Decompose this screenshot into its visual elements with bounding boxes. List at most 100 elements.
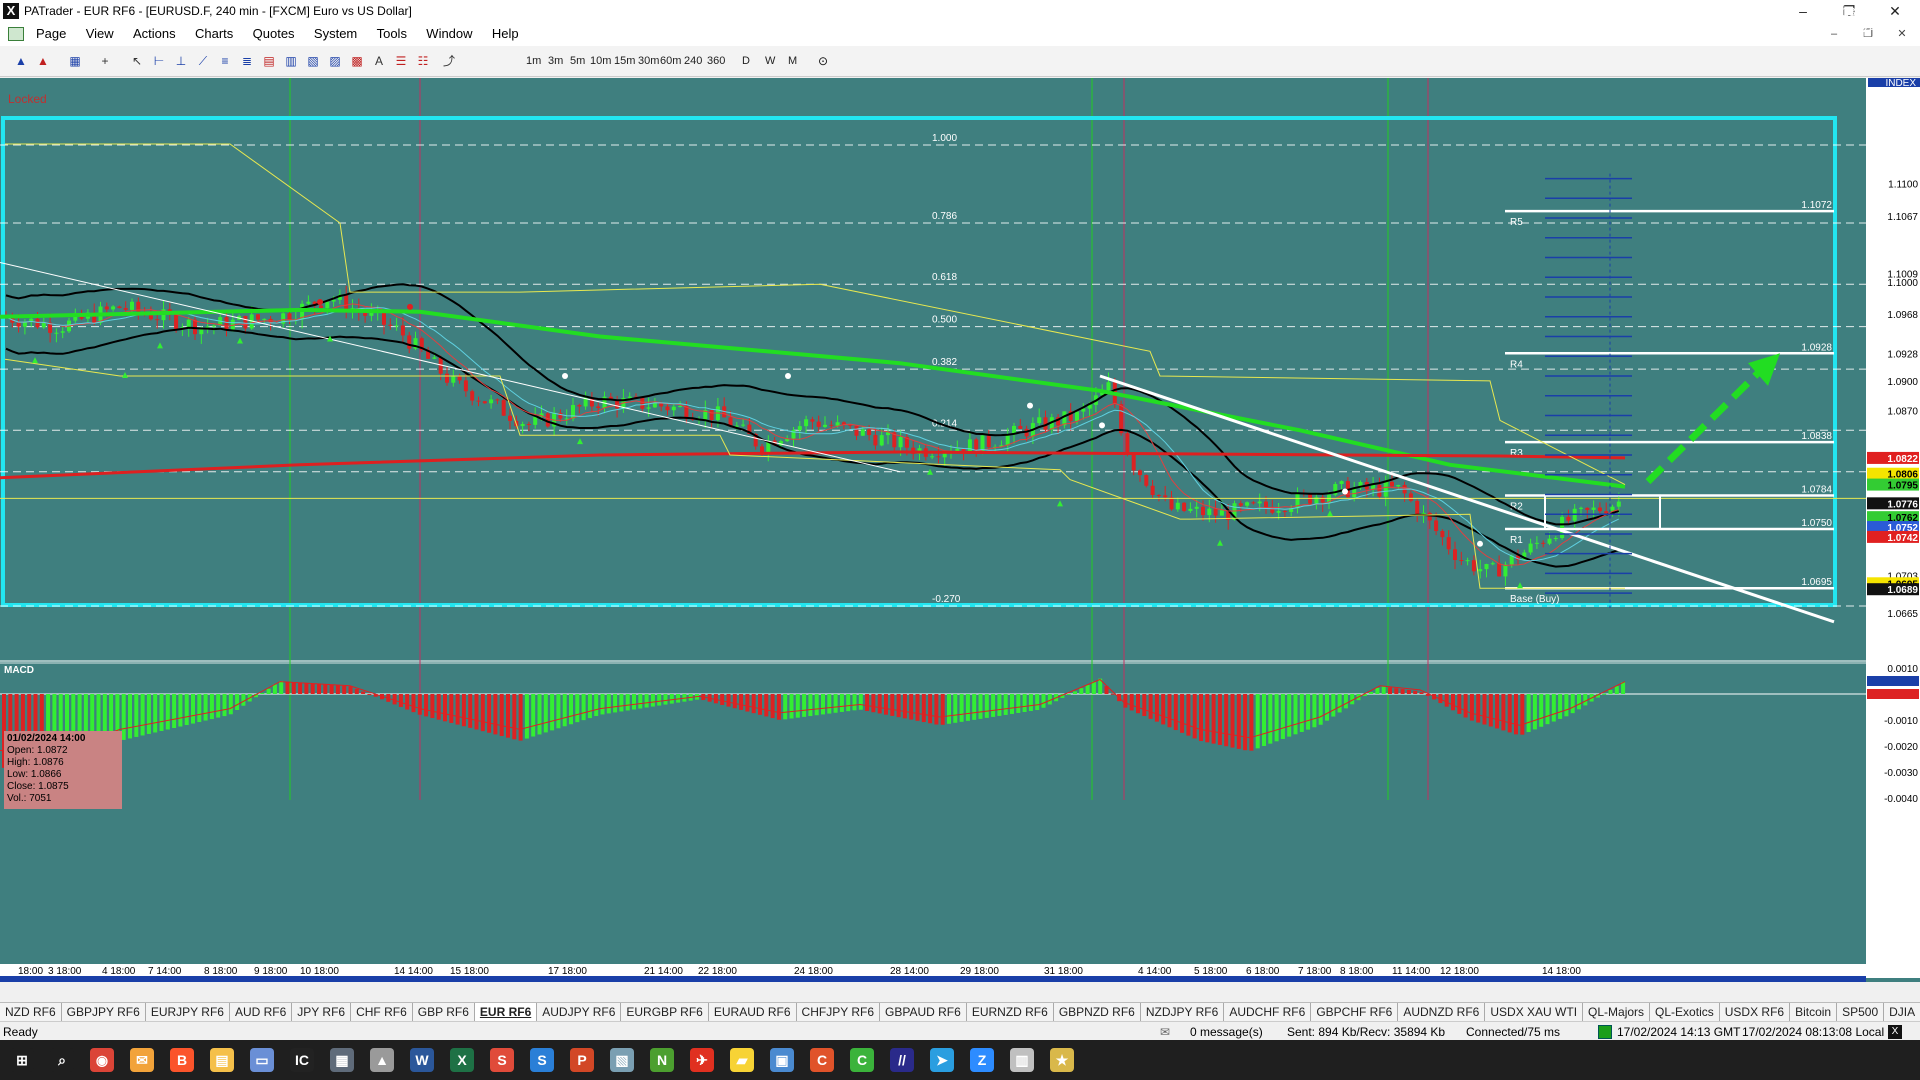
horizontal-line-icon[interactable]: ⊢ (150, 52, 168, 70)
indicator-icon[interactable]: ⤴ (440, 52, 458, 70)
symbol-tab[interactable]: GBPCHF RF6 (1311, 1003, 1399, 1021)
notepad-icon[interactable]: ▭ (250, 1048, 274, 1072)
pitchfork-icon[interactable]: ☰ (392, 52, 410, 70)
symbol-tab[interactable]: Bitcoin (1790, 1003, 1838, 1021)
symbol-tab[interactable]: EURNZD RF6 (967, 1003, 1054, 1021)
symbol-tab[interactable]: AUD RF6 (230, 1003, 293, 1021)
menu-actions[interactable]: Actions (125, 22, 184, 46)
symbol-tab[interactable]: EURJPY RF6 (146, 1003, 230, 1021)
symbol-tab[interactable]: QL-Majors (1583, 1003, 1651, 1021)
n-app-icon[interactable]: N (650, 1048, 674, 1072)
menu-view[interactable]: View (78, 22, 122, 46)
patrader-icon[interactable]: ▲ (370, 1048, 394, 1072)
symbol-tab[interactable]: GBPJPY RF6 (62, 1003, 146, 1021)
calculator-icon[interactable]: ▦ (330, 1048, 354, 1072)
file-explorer-icon[interactable]: ▤ (210, 1048, 234, 1072)
tf-30m[interactable]: 30m (638, 52, 659, 70)
tf-60m[interactable]: 60m (660, 52, 681, 70)
symbol-tab[interactable]: CHF RF6 (351, 1003, 413, 1021)
telegram-icon[interactable]: ➤ (930, 1048, 954, 1072)
windows-start-icon[interactable]: ⊞ (10, 1048, 34, 1072)
time-zones-icon[interactable]: ▨ (326, 52, 344, 70)
symbol-tab[interactable]: EUR RF6 (474, 1003, 538, 1021)
dark-app-icon[interactable]: // (890, 1048, 914, 1072)
symbol-tab[interactable]: NZD RF6 (0, 1003, 62, 1021)
powerpoint-icon[interactable]: P (570, 1048, 594, 1072)
menu-help[interactable]: Help (484, 22, 527, 46)
star-app-icon[interactable]: ★ (1050, 1048, 1074, 1072)
tf-10m[interactable]: 10m (590, 52, 611, 70)
messages-icon[interactable]: ✉ (1160, 1025, 1170, 1039)
fan-icon[interactable]: ≡ (216, 52, 234, 70)
candle-style-icon[interactable]: ▲ (34, 52, 52, 70)
tf-weekly[interactable]: W (765, 52, 775, 70)
c-app-icon[interactable]: C (810, 1048, 834, 1072)
symbol-tab[interactable]: GBPAUD RF6 (880, 1003, 967, 1021)
s-app-icon[interactable]: S (530, 1048, 554, 1072)
tf-daily[interactable]: D (742, 52, 750, 70)
symbol-tab[interactable]: QL-Exotics (1650, 1003, 1720, 1021)
slides-icon[interactable]: S (490, 1048, 514, 1072)
red-app-icon[interactable]: ✈ (690, 1048, 714, 1072)
symbol-tab[interactable]: CHFJPY RF6 (797, 1003, 881, 1021)
tf-monthly[interactable]: M (788, 52, 797, 70)
taskbar-clock[interactable]: 8:13 AM 2/17/2024 (1823, 4, 1876, 36)
symbol-tab[interactable]: AUDJPY RF6 (537, 1003, 622, 1021)
symbol-tab[interactable]: GBP RF6 (413, 1003, 475, 1021)
symbol-tab[interactable]: USDX XAU WTI (1485, 1003, 1584, 1021)
tf-240[interactable]: 240 (684, 52, 702, 70)
rectangle-icon[interactable]: ▩ (348, 52, 366, 70)
gann-icon[interactable]: ▧ (304, 52, 322, 70)
image-app-icon[interactable]: ▧ (610, 1048, 634, 1072)
menu-charts[interactable]: Charts (187, 22, 241, 46)
remote-app-icon[interactable]: ▣ (770, 1048, 794, 1072)
mdi-close-button[interactable]: ✕ (1888, 24, 1916, 44)
levels-icon[interactable]: ☷ (414, 52, 432, 70)
symbol-tab[interactable]: EURAUD RF6 (709, 1003, 797, 1021)
channel-icon[interactable]: ▥ (282, 52, 300, 70)
clock-icon[interactable]: ⊙ (814, 52, 832, 70)
symbol-tab[interactable]: EURGBP RF6 (621, 1003, 709, 1021)
search-icon[interactable]: ⌕ (50, 1048, 74, 1072)
menu-system[interactable]: System (306, 22, 365, 46)
retracement-icon[interactable]: ▤ (260, 52, 278, 70)
menu-tools[interactable]: Tools (369, 22, 415, 46)
chrome-icon[interactable]: ◉ (90, 1048, 114, 1072)
symbol-tab[interactable]: USDX RF6 (1720, 1003, 1791, 1021)
symbol-tab[interactable]: AUDNZD RF6 (1398, 1003, 1486, 1021)
symbol-tab[interactable]: NZDJPY RF6 (1141, 1003, 1225, 1021)
menu-quotes[interactable]: Quotes (245, 22, 303, 46)
tf-3m[interactable]: 3m (548, 52, 563, 70)
sticky-notes-icon[interactable]: ▰ (730, 1048, 754, 1072)
mail-icon[interactable]: ✉ (130, 1048, 154, 1072)
word-icon[interactable]: W (410, 1048, 434, 1072)
chart-type-icon[interactable]: ▦ (66, 52, 84, 70)
price-chart[interactable]: 1.0000.7860.6180.5000.3820.214-0.270R51.… (0, 78, 1920, 982)
minimize-button[interactable]: – (1780, 0, 1826, 22)
zoom-icon[interactable]: Z (970, 1048, 994, 1072)
menu-page[interactable]: Page (28, 22, 74, 46)
menu-window[interactable]: Window (418, 22, 480, 46)
symbol-tab[interactable]: GBPNZD RF6 (1054, 1003, 1141, 1021)
fibonacci-icon[interactable]: ≣ (238, 52, 256, 70)
tf-5m[interactable]: 5m (570, 52, 585, 70)
symbol-tab[interactable]: AUDCHF RF6 (1224, 1003, 1312, 1021)
vertical-line-icon[interactable]: ⊥ (172, 52, 190, 70)
c-green-app-icon[interactable]: C (850, 1048, 874, 1072)
page-icon[interactable] (8, 27, 24, 41)
symbol-tab[interactable]: DJIA (1884, 1003, 1920, 1021)
ic-app-icon[interactable]: IC (290, 1048, 314, 1072)
pointer-icon[interactable]: ↖ (128, 52, 146, 70)
trend-line-icon[interactable]: ⟋ (194, 52, 212, 70)
chart-app-icon[interactable]: ▥ (1010, 1048, 1034, 1072)
excel-icon[interactable]: X (450, 1048, 474, 1072)
tf-1m[interactable]: 1m (526, 52, 541, 70)
crosshair-icon[interactable]: + (96, 52, 114, 70)
close-button[interactable]: ✕ (1872, 0, 1918, 22)
symbol-tab[interactable]: SP500 (1837, 1003, 1885, 1021)
bar-style-icon[interactable]: ▲ (12, 52, 30, 70)
symbol-tab[interactable]: JPY RF6 (292, 1003, 352, 1021)
tf-360[interactable]: 360 (707, 52, 725, 70)
tf-15m[interactable]: 15m (614, 52, 635, 70)
brave-icon[interactable]: B (170, 1048, 194, 1072)
